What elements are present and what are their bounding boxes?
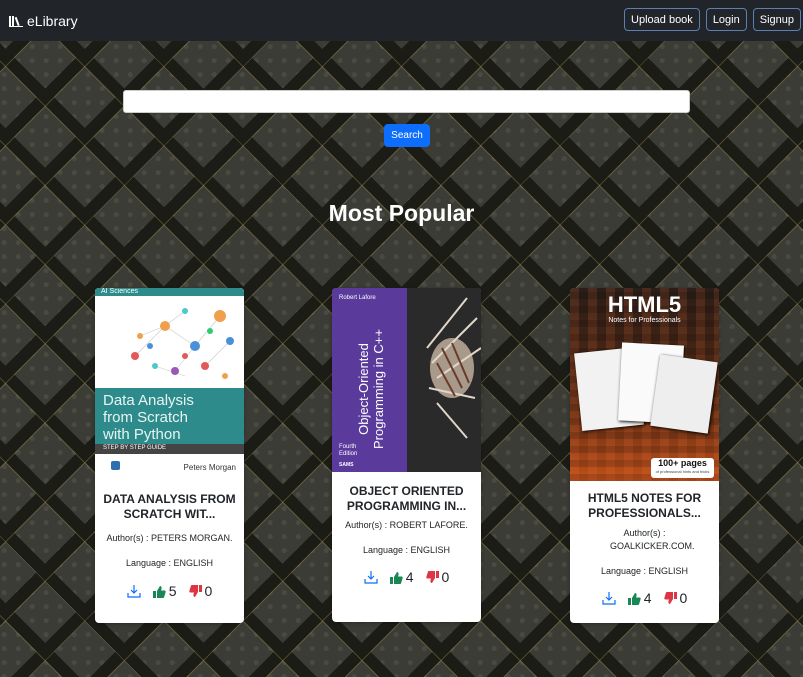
book-authors: Author(s) : GOALKICKER.COM. xyxy=(610,528,695,551)
section-title: Most Popular xyxy=(328,200,475,226)
cover-title-line: from Scratch xyxy=(103,409,189,426)
dislike-count: 0 xyxy=(204,583,213,599)
cover-pages-sub: of professional hints and tricks xyxy=(655,469,710,474)
cover-title-line: Programming in C++ xyxy=(371,329,386,449)
cover-series: AI Sciences xyxy=(101,288,138,295)
cover-title-line: Data Analysis xyxy=(103,392,194,409)
dislike-count: 0 xyxy=(441,569,450,585)
login-button[interactable]: Login xyxy=(705,8,747,31)
book-card: HTML5 Notes for Professionals 100+ pages… xyxy=(570,288,719,623)
cover-logo xyxy=(111,461,120,470)
book-title[interactable]: OBJECT ORIENTED PROGRAMMING IN... xyxy=(338,484,475,514)
book-language: Language : ENGLISH xyxy=(125,558,214,568)
cover-edition: Fourth xyxy=(339,444,357,450)
book-language: Language : ENGLISH xyxy=(600,566,689,576)
book-card: AI Sciences Data Analysis from Scratch w… xyxy=(95,288,244,623)
cover-title-line: Object-Oriented xyxy=(356,343,371,435)
thumbs-up-icon xyxy=(627,592,641,605)
book-cover[interactable]: HTML5 Notes for Professionals 100+ pages… xyxy=(570,288,719,481)
thumbs-down-icon xyxy=(188,584,202,597)
download-button[interactable] xyxy=(364,570,378,584)
search-input[interactable] xyxy=(123,90,690,113)
cover-edition: Edition xyxy=(339,451,358,457)
download-button[interactable] xyxy=(127,584,141,598)
cover-author: Robert Lafore xyxy=(339,295,376,301)
network-graphic xyxy=(131,308,234,379)
dislike-button[interactable]: 0 xyxy=(663,590,688,606)
upload-book-button[interactable]: Upload book xyxy=(624,8,700,31)
book-title[interactable]: DATA ANALYSIS FROM SCRATCH WIT... xyxy=(101,492,238,522)
download-icon xyxy=(602,592,616,605)
nav-buttons: Upload book Login Signup xyxy=(624,8,801,31)
download-button[interactable] xyxy=(602,591,616,605)
like-button[interactable]: 4 xyxy=(389,569,414,585)
navbar: eLibrary Upload book Login Signup xyxy=(0,0,803,41)
like-button[interactable]: 4 xyxy=(627,590,652,606)
cover-title-line: with Python xyxy=(103,426,181,443)
search-button[interactable]: Search xyxy=(384,124,430,147)
brand-name: eLibrary xyxy=(27,12,78,29)
dislike-button[interactable]: 0 xyxy=(188,583,213,599)
download-icon xyxy=(364,571,378,584)
like-count: 4 xyxy=(643,590,652,606)
cover-publisher: SAMS xyxy=(339,462,354,468)
dislike-button[interactable]: 0 xyxy=(425,569,450,585)
cover-pages: 100+ pages xyxy=(658,458,707,468)
book-title[interactable]: HTML5 NOTES FOR PROFESSIONALS... xyxy=(576,491,713,521)
lionfish-graphic xyxy=(407,288,481,472)
book-authors: Author(s) : ROBERT LAFORE. xyxy=(345,520,468,530)
book-actions: 5 0 xyxy=(95,583,244,599)
cover-title: HTML5 xyxy=(607,292,682,317)
cover-subtitle: Notes for Professionals xyxy=(608,317,681,324)
book-actions: 4 0 xyxy=(332,569,481,585)
thumbs-down-icon xyxy=(663,591,677,604)
like-button[interactable]: 5 xyxy=(152,583,177,599)
library-icon xyxy=(9,15,23,27)
book-card: Robert Lafore Object-Oriented Programmin… xyxy=(332,288,481,622)
book-authors: Author(s) : PETERS MORGAN. xyxy=(106,533,233,543)
signup-button[interactable]: Signup xyxy=(752,8,801,31)
thumbs-up-icon xyxy=(152,585,166,598)
like-count: 5 xyxy=(168,583,177,599)
dislike-count: 0 xyxy=(679,590,688,606)
like-count: 4 xyxy=(405,569,414,585)
cover-author: Peters Morgan xyxy=(183,463,236,472)
cover-tagline: STEP BY STEP GUIDE xyxy=(103,445,167,451)
book-actions: 4 0 xyxy=(570,590,719,606)
book-language: Language : ENGLISH xyxy=(362,545,451,555)
thumbs-down-icon xyxy=(425,570,439,583)
brand-link[interactable]: eLibrary xyxy=(9,13,78,29)
thumbs-up-icon xyxy=(389,571,403,584)
book-cover[interactable]: Robert Lafore Object-Oriented Programmin… xyxy=(332,288,481,472)
book-cover[interactable]: AI Sciences Data Analysis from Scratch w… xyxy=(95,288,244,475)
download-icon xyxy=(127,585,141,598)
